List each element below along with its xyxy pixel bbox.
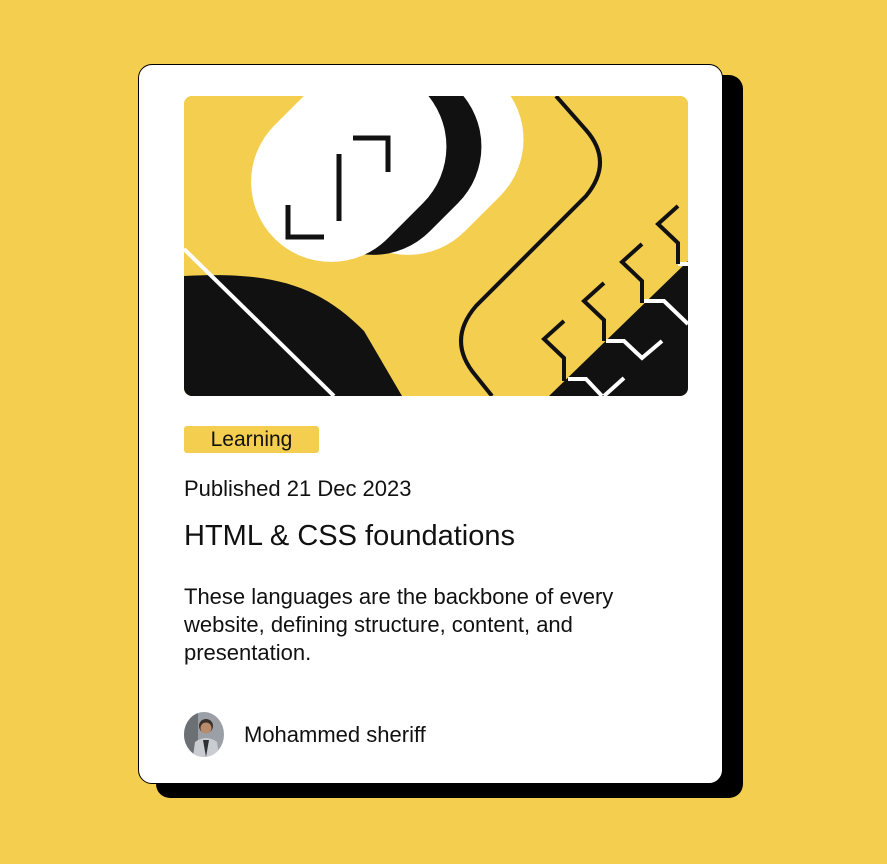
hero-illustration [184, 96, 688, 396]
category-tag: Learning [184, 426, 319, 453]
author: Mohammed sheriff [184, 712, 426, 757]
card-description: These languages are the backbone of ever… [184, 584, 614, 665]
avatar [184, 712, 224, 757]
card-title[interactable]: HTML & CSS foundations [184, 518, 515, 554]
author-name: Mohammed sheriff [244, 721, 426, 747]
published-date: Published 21 Dec 2023 [184, 476, 412, 501]
blog-preview-card: Learning Published 21 Dec 2023 HTML & CS… [138, 64, 723, 784]
